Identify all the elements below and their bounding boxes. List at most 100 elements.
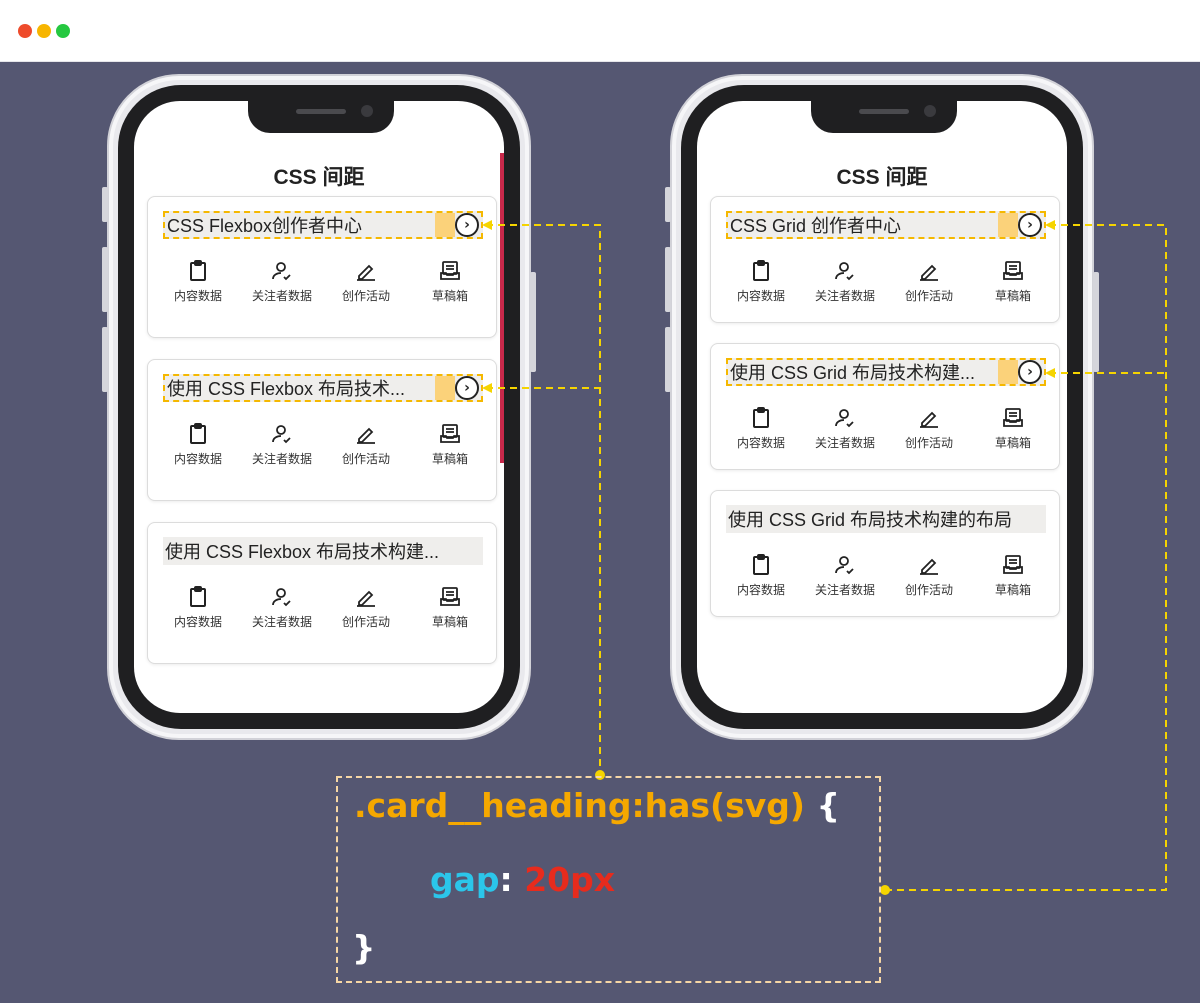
- creation-activity-item[interactable]: 创作活动: [887, 406, 971, 451]
- creation-activity-item[interactable]: 创作活动: [887, 553, 971, 598]
- chevron-right-icon[interactable]: ›: [455, 213, 479, 237]
- gap-highlight: [998, 213, 1018, 237]
- chevron-right-icon[interactable]: ›: [455, 376, 479, 400]
- creation-activity-item[interactable]: 创作活动: [324, 585, 408, 630]
- css-code-snippet: .card__heading:has(svg) { gap: 20px }: [336, 776, 881, 983]
- pencil-icon: [920, 264, 938, 281]
- item-label: 关注者数据: [814, 436, 875, 450]
- card-flexbox-layout: 使用 CSS Flexbox 布局技术... › 内容数据 关注者数据 创作活动…: [147, 359, 497, 501]
- phone-screen: CSS 间距 CSS Grid 创作者中心 › 内容数据 关注者数据 创作活动 …: [697, 101, 1067, 713]
- card-heading: 使用 CSS Flexbox 布局技术... ›: [163, 374, 483, 402]
- css-value: 20px: [524, 860, 616, 899]
- follower-data-item[interactable]: 关注者数据: [803, 406, 887, 451]
- card-heading: CSS Flexbox创作者中心 ›: [163, 211, 483, 239]
- phone-flexbox: CSS 间距 CSS Flexbox创作者中心 › 内容数据 关注者数据 创作活…: [107, 74, 531, 740]
- card-heading-text: CSS Flexbox创作者中心: [167, 216, 363, 236]
- card-heading: CSS Grid 创作者中心 ›: [726, 211, 1046, 239]
- volume-button: [665, 327, 671, 392]
- drafts-item[interactable]: 草稿箱: [971, 553, 1055, 598]
- gap-highlight: [435, 213, 455, 237]
- phone-notch: [248, 101, 394, 133]
- pencil-icon: [920, 411, 938, 428]
- creation-activity-item[interactable]: 创作活动: [324, 259, 408, 304]
- drafts-item[interactable]: 草稿箱: [408, 259, 492, 304]
- item-label: 内容数据: [736, 289, 785, 303]
- follower-data-item[interactable]: 关注者数据: [240, 422, 324, 467]
- content-data-item[interactable]: 内容数据: [719, 553, 803, 598]
- item-label: 关注者数据: [814, 289, 875, 303]
- speaker: [296, 109, 346, 114]
- card-icon-row: 内容数据 关注者数据 创作活动 草稿箱: [156, 259, 492, 304]
- item-label: 内容数据: [173, 452, 222, 466]
- item-label: 创作活动: [904, 583, 953, 597]
- card-icon-row: 内容数据 关注者数据 创作活动 草稿箱: [156, 422, 492, 467]
- drafts-item[interactable]: 草稿箱: [971, 406, 1055, 451]
- clipboard-icon: [190, 423, 206, 444]
- pencil-icon: [920, 558, 938, 575]
- drafts-item[interactable]: 草稿箱: [408, 422, 492, 467]
- creation-activity-item[interactable]: 创作活动: [324, 422, 408, 467]
- item-label: 关注者数据: [251, 289, 312, 303]
- item-label: 关注者数据: [251, 615, 312, 629]
- follower-data-item[interactable]: 关注者数据: [803, 553, 887, 598]
- item-label: 内容数据: [736, 583, 785, 597]
- item-label: 内容数据: [736, 436, 785, 450]
- css-colon: :: [499, 860, 513, 899]
- css-property: gap: [430, 860, 500, 899]
- content-data-item[interactable]: 内容数据: [719, 259, 803, 304]
- drafts-item[interactable]: 草稿箱: [408, 585, 492, 630]
- content-data-item[interactable]: 内容数据: [156, 585, 240, 630]
- item-label: 创作活动: [341, 452, 390, 466]
- open-brace: {: [816, 786, 841, 825]
- item-label: 创作活动: [341, 289, 390, 303]
- creation-activity-item[interactable]: 创作活动: [887, 259, 971, 304]
- item-label: 关注者数据: [251, 452, 312, 466]
- window-titlebar: [0, 0, 1200, 62]
- item-label: 草稿箱: [431, 289, 468, 303]
- user-check-icon: [272, 588, 291, 607]
- card-icon-row: 内容数据 关注者数据 创作活动 草稿箱: [156, 585, 492, 630]
- inbox-icon: [440, 424, 460, 443]
- power-button: [1093, 272, 1099, 372]
- chevron-right-icon[interactable]: ›: [1018, 360, 1042, 384]
- item-label: 内容数据: [173, 289, 222, 303]
- maximize-window-button[interactable]: [56, 24, 70, 38]
- follower-data-item[interactable]: 关注者数据: [803, 259, 887, 304]
- follower-data-item[interactable]: 关注者数据: [240, 259, 324, 304]
- card-heading-text: 使用 CSS Flexbox 布局技术构建...: [165, 542, 440, 562]
- close-window-button[interactable]: [18, 24, 32, 38]
- item-label: 草稿箱: [994, 289, 1031, 303]
- content-data-item[interactable]: 内容数据: [156, 259, 240, 304]
- power-button: [530, 272, 536, 372]
- phone-screen: CSS 间距 CSS Flexbox创作者中心 › 内容数据 关注者数据 创作活…: [134, 101, 504, 713]
- minimize-window-button[interactable]: [37, 24, 51, 38]
- content-data-item[interactable]: 内容数据: [156, 422, 240, 467]
- code-selector-line: .card__heading:has(svg) {: [354, 786, 840, 825]
- volume-button: [102, 327, 108, 392]
- volume-button: [665, 187, 671, 222]
- camera: [924, 105, 936, 117]
- clipboard-icon: [753, 407, 769, 428]
- user-check-icon: [835, 262, 854, 281]
- drafts-item[interactable]: 草稿箱: [971, 259, 1055, 304]
- camera: [361, 105, 373, 117]
- card-creator-center: CSS Grid 创作者中心 › 内容数据 关注者数据 创作活动 草稿箱: [710, 196, 1060, 323]
- inbox-icon: [440, 261, 460, 280]
- gap-highlight: [435, 376, 455, 400]
- clipboard-icon: [190, 260, 206, 281]
- card-heading-text: 使用 CSS Flexbox 布局技术...: [167, 379, 406, 399]
- gap-highlight: [998, 360, 1018, 384]
- card-heading-text: 使用 CSS Grid 布局技术构建...: [730, 363, 976, 383]
- inbox-icon: [1003, 261, 1023, 280]
- follower-data-item[interactable]: 关注者数据: [240, 585, 324, 630]
- item-label: 草稿箱: [994, 436, 1031, 450]
- speaker: [859, 109, 909, 114]
- card-heading: 使用 CSS Flexbox 布局技术构建...: [163, 537, 483, 565]
- user-check-icon: [272, 425, 291, 444]
- card-heading: 使用 CSS Grid 布局技术构建的布局: [726, 505, 1046, 533]
- scroll-indicator[interactable]: [500, 153, 504, 463]
- chevron-right-icon[interactable]: ›: [1018, 213, 1042, 237]
- card-heading-text: 使用 CSS Grid 布局技术构建的布局: [728, 510, 1013, 530]
- card-heading: 使用 CSS Grid 布局技术构建... ›: [726, 358, 1046, 386]
- content-data-item[interactable]: 内容数据: [719, 406, 803, 451]
